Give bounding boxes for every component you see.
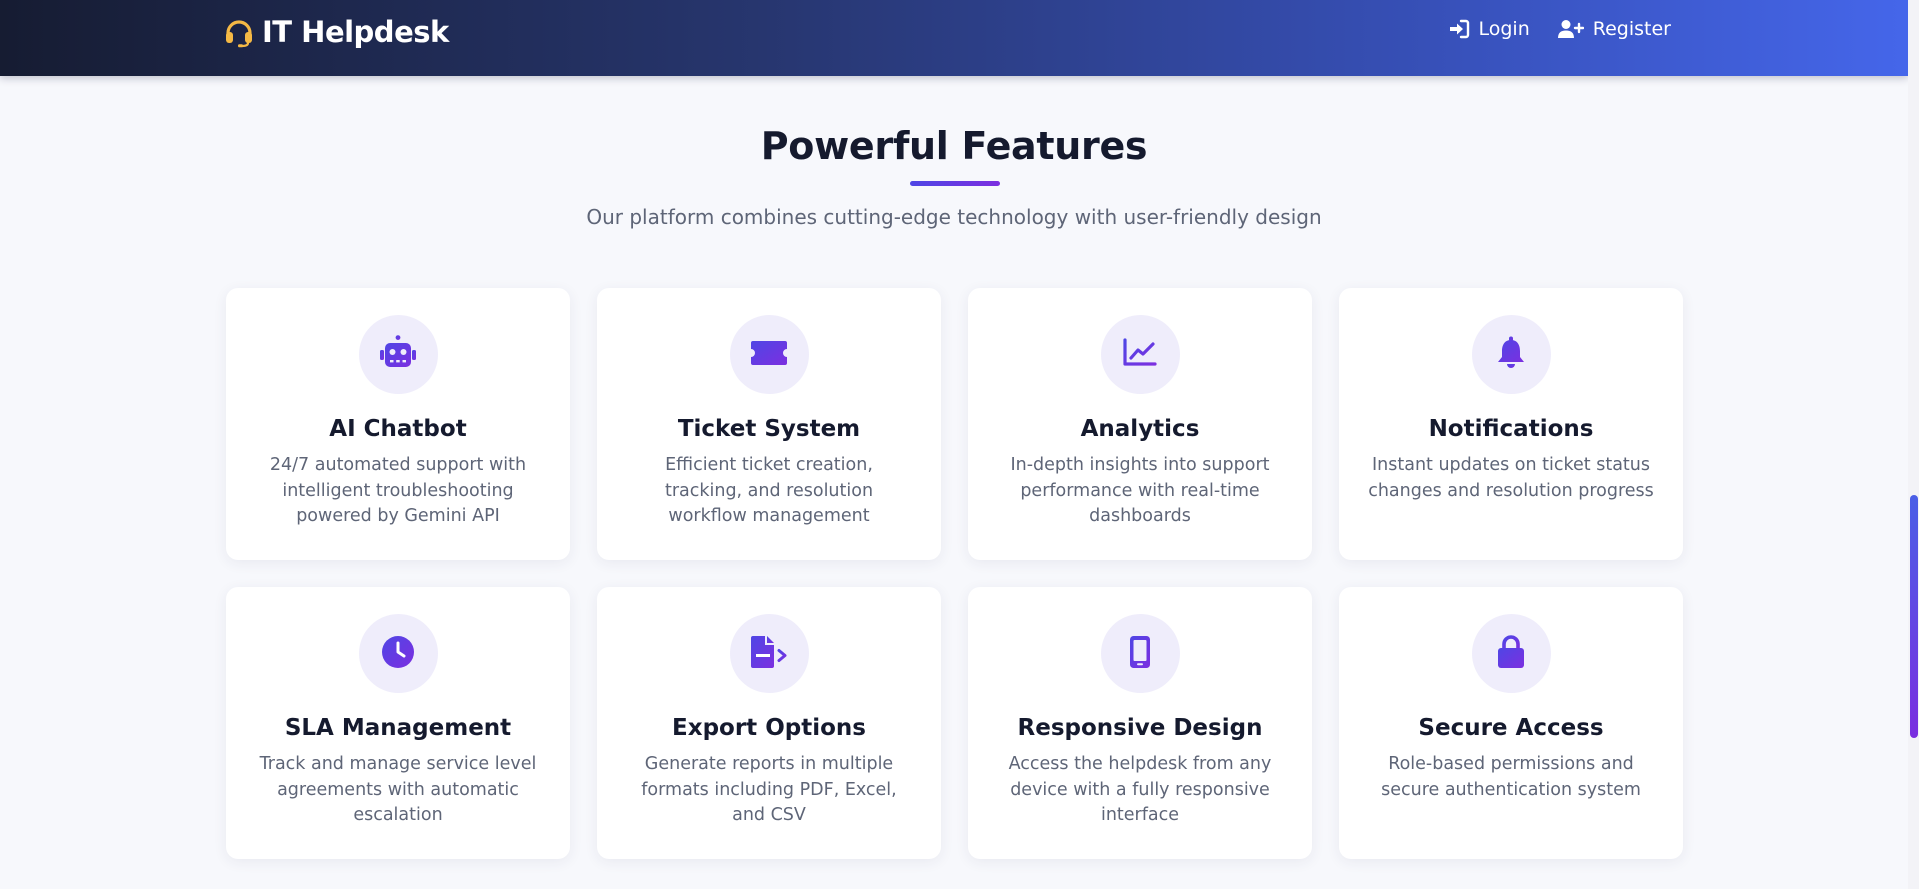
icon-circle xyxy=(1100,614,1180,693)
feature-card-responsive-design[interactable]: Responsive Design Access the helpdesk fr… xyxy=(968,587,1312,859)
feature-card-notifications[interactable]: Notifications Instant updates on ticket … xyxy=(1339,288,1683,560)
navbar: IT Helpdesk Login Register xyxy=(0,0,1908,76)
robot-icon xyxy=(377,334,419,375)
icon-circle xyxy=(1471,315,1551,394)
features-grid: AI Chatbot 24/7 automated support with i… xyxy=(226,288,1683,859)
chart-line-icon xyxy=(1123,337,1157,372)
mobile-icon xyxy=(1129,635,1151,673)
icon-circle xyxy=(1471,614,1551,693)
register-label: Register xyxy=(1592,18,1671,40)
bell-icon xyxy=(1497,336,1525,374)
icon-circle xyxy=(358,614,438,693)
card-title: Analytics xyxy=(1080,416,1200,442)
card-title: Ticket System xyxy=(677,416,861,442)
feature-card-ai-chatbot[interactable]: AI Chatbot 24/7 automated support with i… xyxy=(226,288,570,560)
features-title: Powerful Features xyxy=(760,124,1148,168)
scrollbar-thumb[interactable] xyxy=(1910,495,1918,738)
file-export-icon xyxy=(749,635,789,673)
ticket-icon xyxy=(750,340,788,370)
card-description: Generate reports in multiple formats inc… xyxy=(641,754,897,825)
card-title: Responsive Design xyxy=(1017,715,1263,741)
card-title: AI Chatbot xyxy=(329,416,467,442)
title-underline xyxy=(910,181,1000,186)
login-link[interactable]: Login xyxy=(1448,18,1530,40)
feature-card-ticket-system[interactable]: Ticket System Efficient ticket creation,… xyxy=(597,288,941,560)
icon-circle xyxy=(1100,315,1180,394)
features-subtitle: Our platform combines cutting-edge techn… xyxy=(586,205,1322,229)
brand-name: IT Helpdesk xyxy=(262,15,449,49)
brand-link[interactable]: IT Helpdesk xyxy=(222,14,449,50)
login-label: Login xyxy=(1478,18,1530,40)
card-description: 24/7 automated support with intelligent … xyxy=(269,455,527,526)
user-plus-icon xyxy=(1557,19,1584,39)
lock-icon xyxy=(1496,634,1526,673)
headset-icon xyxy=(222,15,256,49)
card-title: Notifications xyxy=(1428,416,1594,442)
feature-card-analytics[interactable]: Analytics In-depth insights into support… xyxy=(968,288,1312,560)
feature-card-sla-management[interactable]: SLA Management Track and manage service … xyxy=(226,587,570,859)
nav-links: Login Register xyxy=(1448,18,1671,40)
card-description: Instant updates on ticket status changes… xyxy=(1368,455,1654,501)
card-description: In-depth insights into support performan… xyxy=(1010,455,1270,526)
card-title: Export Options xyxy=(672,715,866,741)
icon-circle xyxy=(358,315,438,394)
register-link[interactable]: Register xyxy=(1557,18,1671,40)
feature-card-secure-access[interactable]: Secure Access Role-based permissions and… xyxy=(1339,587,1683,859)
card-description: Role-based permissions and secure authen… xyxy=(1381,754,1641,800)
feature-card-export-options[interactable]: Export Options Generate reports in multi… xyxy=(597,587,941,859)
page-scrollbar[interactable] xyxy=(1908,0,1919,889)
card-title: SLA Management xyxy=(284,715,512,741)
card-description: Efficient ticket creation, tracking, and… xyxy=(664,455,874,526)
icon-circle xyxy=(729,315,809,394)
card-title: Secure Access xyxy=(1418,715,1604,741)
icon-circle xyxy=(729,614,809,693)
sign-in-icon xyxy=(1448,19,1470,39)
clock-icon xyxy=(381,635,415,673)
card-description: Track and manage service level agreement… xyxy=(259,754,537,825)
card-description: Access the helpdesk from any device with… xyxy=(1008,754,1272,825)
